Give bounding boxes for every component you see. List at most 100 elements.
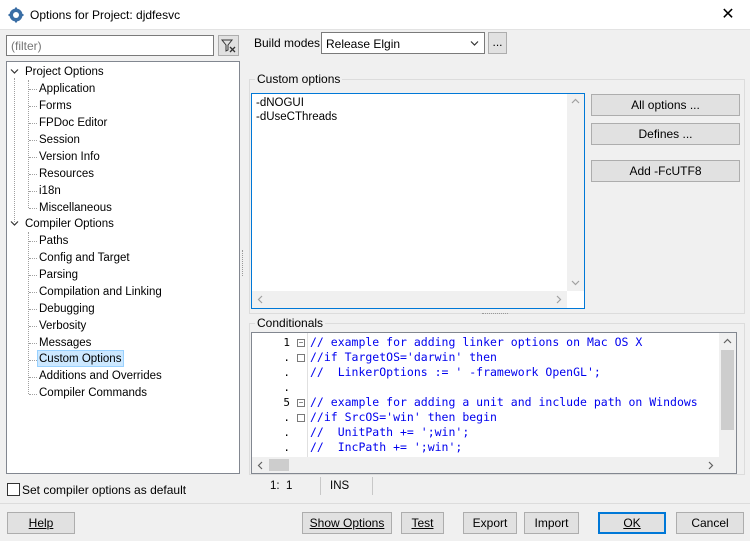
status-divider bbox=[372, 477, 373, 495]
tree-line bbox=[29, 241, 37, 242]
build-modes-label: Build modes bbox=[254, 36, 321, 50]
conditionals-caption: Conditionals bbox=[255, 316, 326, 330]
tree-item-version-info[interactable]: Version Info bbox=[39, 149, 100, 165]
fold-collapse-icon[interactable] bbox=[297, 414, 305, 422]
add-fcutf8-button[interactable]: Add -FcUTF8 bbox=[591, 160, 740, 182]
scroll-down-icon[interactable] bbox=[571, 280, 580, 286]
editor-vertical-scrollbar[interactable] bbox=[719, 333, 736, 457]
editor-horizontal-scrollbar[interactable] bbox=[252, 457, 736, 473]
tree-line bbox=[14, 78, 15, 222]
custom-options-memo[interactable] bbox=[251, 93, 585, 309]
tree-line bbox=[29, 360, 37, 361]
test-button-label: Test bbox=[411, 516, 434, 530]
tree-item-resources[interactable]: Resources bbox=[39, 166, 94, 182]
line-number: 1 bbox=[283, 336, 290, 349]
custom-option-line: -dUseCThreads bbox=[256, 111, 338, 123]
test-button[interactable]: Test bbox=[401, 512, 444, 534]
memo-horizontal-scrollbar[interactable] bbox=[252, 291, 567, 308]
export-button[interactable]: Export bbox=[463, 512, 517, 534]
tree-line bbox=[29, 106, 37, 107]
tree-line bbox=[29, 191, 37, 192]
cancel-button[interactable]: Cancel bbox=[676, 512, 744, 534]
scrollbar-thumb[interactable] bbox=[721, 350, 734, 430]
scroll-left-icon[interactable] bbox=[257, 295, 263, 304]
fold-collapse-icon[interactable]: − bbox=[297, 399, 305, 407]
build-modes-value: Release Elgin bbox=[326, 37, 401, 51]
tree-item-compilation-and-linking[interactable]: Compilation and Linking bbox=[39, 284, 162, 300]
close-icon[interactable]: ✕ bbox=[708, 2, 748, 28]
tree-item-verbosity[interactable]: Verbosity bbox=[39, 318, 86, 334]
scroll-up-icon[interactable] bbox=[571, 98, 580, 104]
ok-button-label: OK bbox=[623, 516, 641, 530]
code-line: // example for adding a unit and include… bbox=[310, 395, 698, 409]
tree-node-compiler-options[interactable]: Compiler Options bbox=[25, 216, 114, 232]
show-options-button[interactable]: Show Options bbox=[302, 512, 392, 534]
line-number: . bbox=[283, 426, 290, 439]
line-number: . bbox=[283, 366, 290, 379]
tree-item-i18n[interactable]: i18n bbox=[39, 183, 61, 199]
tree-item-config-and-target[interactable]: Config and Target bbox=[39, 250, 130, 266]
help-button[interactable]: Help bbox=[7, 512, 75, 534]
tree-line bbox=[29, 292, 37, 293]
clear-filter-button[interactable] bbox=[218, 35, 239, 56]
tree-item-parsing[interactable]: Parsing bbox=[39, 267, 78, 283]
splitter-grip[interactable] bbox=[242, 250, 245, 276]
set-default-label[interactable]: Set compiler options as default bbox=[22, 483, 186, 497]
tree-line bbox=[29, 394, 37, 395]
tree-line bbox=[28, 232, 29, 394]
code-line: // example for adding linker options on … bbox=[310, 335, 643, 349]
code-line: // IncPath += ';win'; bbox=[310, 440, 463, 454]
tree-node-project-options[interactable]: Project Options bbox=[25, 64, 104, 80]
tree-item-fpdoc-editor[interactable]: FPDoc Editor bbox=[39, 115, 107, 131]
build-modes-more-button[interactable]: ... bbox=[488, 32, 507, 54]
tree-item-paths[interactable]: Paths bbox=[39, 233, 68, 249]
tree-item-compiler-commands[interactable]: Compiler Commands bbox=[39, 385, 147, 401]
tree-item-session[interactable]: Session bbox=[39, 132, 80, 148]
tree-line bbox=[29, 326, 37, 327]
splitter-grip[interactable] bbox=[482, 313, 508, 315]
tree-item-application[interactable]: Application bbox=[39, 81, 95, 97]
custom-options-caption: Custom options bbox=[255, 72, 343, 86]
editor-status-bar: 1: 1 INS bbox=[251, 476, 745, 496]
code-line: // LinkerOptions := ' -framework OpenGL'… bbox=[310, 365, 601, 379]
scroll-up-icon[interactable] bbox=[723, 338, 732, 344]
tree-item-debugging[interactable]: Debugging bbox=[39, 301, 95, 317]
fold-collapse-icon[interactable]: − bbox=[297, 339, 305, 347]
scroll-right-icon[interactable] bbox=[708, 461, 714, 470]
import-button[interactable]: Import bbox=[524, 512, 579, 534]
filter-input[interactable] bbox=[6, 35, 214, 56]
tree-item-custom-options[interactable]: Custom Options bbox=[39, 351, 121, 367]
code-line: //if TargetOS='darwin' then bbox=[310, 350, 497, 364]
insert-mode: INS bbox=[330, 480, 350, 492]
tree-item-additions-and-overrides[interactable]: Additions and Overrides bbox=[39, 368, 162, 384]
collapse-icon[interactable] bbox=[10, 219, 19, 228]
tree-line bbox=[29, 174, 37, 175]
fold-collapse-icon[interactable] bbox=[297, 354, 305, 362]
tree-line bbox=[29, 157, 37, 158]
line-number: . bbox=[283, 351, 290, 364]
tree-line bbox=[29, 208, 37, 209]
line-number: . bbox=[283, 381, 290, 394]
memo-vertical-scrollbar[interactable] bbox=[567, 94, 584, 291]
build-modes-select[interactable]: Release Elgin bbox=[321, 32, 485, 54]
defines-button[interactable]: Defines ... bbox=[591, 123, 740, 145]
tree-item-miscellaneous[interactable]: Miscellaneous bbox=[39, 200, 112, 216]
line-number: 5 bbox=[283, 396, 290, 409]
scrollbar-thumb[interactable] bbox=[269, 459, 289, 471]
tree-line bbox=[29, 89, 37, 90]
scroll-left-icon[interactable] bbox=[257, 461, 263, 470]
all-options-button[interactable]: All options ... bbox=[591, 94, 740, 116]
custom-option-line: -dNOGUI bbox=[256, 97, 304, 109]
tree-line bbox=[29, 377, 37, 378]
tree-item-forms[interactable]: Forms bbox=[39, 98, 72, 114]
status-divider bbox=[320, 477, 321, 495]
show-options-button-label: Show Options bbox=[309, 516, 385, 530]
tree-item-messages[interactable]: Messages bbox=[39, 335, 91, 351]
collapse-icon[interactable] bbox=[10, 67, 19, 76]
tree-line bbox=[28, 80, 29, 208]
ok-button[interactable]: OK bbox=[598, 512, 666, 534]
scroll-right-icon[interactable] bbox=[556, 295, 562, 304]
code-line: // UnitPath += ';win'; bbox=[310, 425, 470, 439]
set-default-checkbox[interactable] bbox=[7, 483, 20, 496]
help-button-label: Help bbox=[28, 516, 54, 530]
